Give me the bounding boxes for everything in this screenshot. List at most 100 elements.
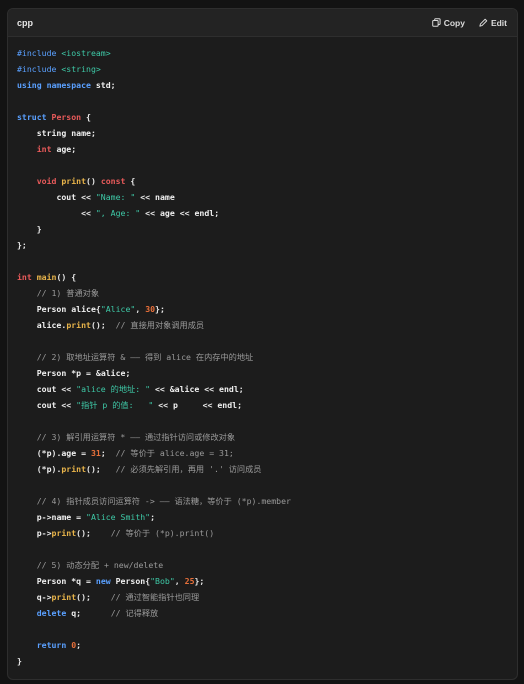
code-token: "Bob" <box>150 576 175 586</box>
code-token: << <box>135 192 156 202</box>
code-token: // 2) 取地址运算符 & —— 得到 alice 在内存中的地址 <box>36 352 254 362</box>
code-token: (* <box>17 448 47 458</box>
language-label: cpp <box>17 17 34 28</box>
code-token: "alice 的地址: " <box>76 384 151 394</box>
code-line: using namespace std; <box>17 77 291 93</box>
code-token: << & <box>150 384 175 394</box>
code-line: // 3) 解引用运算符 * —— 通过指针访问或修改对象 <box>17 429 291 445</box>
code-token: ; <box>125 368 131 378</box>
code-token: { <box>81 112 91 122</box>
code-line: int main() { <box>17 269 291 285</box>
code-token: (); <box>76 528 111 538</box>
code-token: Person alice <box>36 304 96 314</box>
code-token: "Alice" <box>100 304 136 314</box>
code-token: using namespace <box>17 80 96 90</box>
code-token: string name <box>36 128 91 138</box>
code-token: ; <box>214 208 220 218</box>
code-token: , <box>135 304 146 314</box>
code-line: (*p).print(); // 必须先解引用，再用 '.' 访问成员 <box>17 461 291 477</box>
edit-button[interactable]: Edit <box>479 18 507 28</box>
code-line: struct Person { <box>17 109 291 125</box>
code-token: }; <box>155 304 165 314</box>
code-token: print <box>66 320 91 330</box>
code-line: return 0; <box>17 637 291 653</box>
code-token: ; <box>76 608 111 618</box>
code-token: ; <box>71 144 77 154</box>
code-line: // 1) 普通对象 <box>17 285 291 301</box>
copy-icon <box>431 18 441 27</box>
code-token: cout <box>36 384 57 394</box>
copy-button[interactable]: Copy <box>431 17 465 28</box>
code-token: // 5) 动态分配 + new/delete <box>36 560 164 570</box>
code-token: age <box>51 144 72 154</box>
code-token: 31 <box>90 448 101 458</box>
code-token: print <box>51 592 77 602</box>
code-token: }; <box>17 240 27 250</box>
edit-icon <box>479 18 488 27</box>
code-token: delete <box>36 608 72 618</box>
code-token: "指针 p 的值: " <box>76 400 154 410</box>
code-token: struct <box>17 112 52 122</box>
code-token: (); <box>76 592 111 602</box>
code-token: // 直接用对象调用成员 <box>115 320 205 330</box>
code-token: -> <box>41 592 52 602</box>
copy-label: Copy <box>443 17 465 28</box>
code-token: endl <box>217 400 238 410</box>
code-token: endl <box>219 384 239 394</box>
code-token: << <box>56 400 77 410</box>
code-token: main <box>36 272 57 282</box>
code-token: 25 <box>184 576 195 586</box>
code-token: cout <box>36 400 57 410</box>
code-token: age <box>159 208 175 218</box>
code-token: Person <box>115 576 146 586</box>
code-line: // 2) 取地址运算符 & —— 得到 alice 在内存中的地址 <box>17 349 291 365</box>
code-token: age <box>61 448 77 458</box>
code-token: -> <box>41 528 52 538</box>
code-token: ; <box>237 400 243 410</box>
code-line: void print() const { <box>17 173 291 189</box>
code-token: (); <box>86 464 116 474</box>
code-token: // 4) 指针成员访问运算符 -> —— 语法糖，等价于 (*p).membe… <box>36 496 291 506</box>
code-token: <iostream> <box>61 48 111 58</box>
code-line: Person *q = new Person{"Bob", 25}; <box>17 573 291 589</box>
code-token: <string> <box>61 64 101 74</box>
code-token: ). <box>51 448 62 458</box>
code-token: ; <box>110 80 116 90</box>
code-token: print <box>51 528 77 538</box>
code-token: int <box>36 144 52 154</box>
code-line: #include <string> <box>17 61 291 77</box>
code-actions: Copy Edit <box>431 17 507 28</box>
code-token: endl <box>194 208 215 218</box>
code-token: Person *p <box>36 368 82 378</box>
code-token: ; <box>150 512 156 522</box>
code-token: ; <box>100 448 116 458</box>
code-line: int age; <box>17 141 291 157</box>
code-token: << <box>199 384 220 394</box>
code-token: () <box>86 176 101 186</box>
code-content: #include <iostream> #include <string> usin… <box>17 45 291 669</box>
code-token: return <box>36 640 72 650</box>
code-token: { <box>125 176 136 186</box>
code-token: #include <box>17 64 62 74</box>
code-token: } <box>17 224 42 234</box>
code-token: }; <box>194 576 205 586</box>
code-token: ; <box>238 384 244 394</box>
code-token: // 等价于 (*p).print() <box>110 528 215 538</box>
code-token: print <box>61 176 87 186</box>
code-token: // 必须先解引用，再用 '.' 访问成员 <box>115 464 262 474</box>
